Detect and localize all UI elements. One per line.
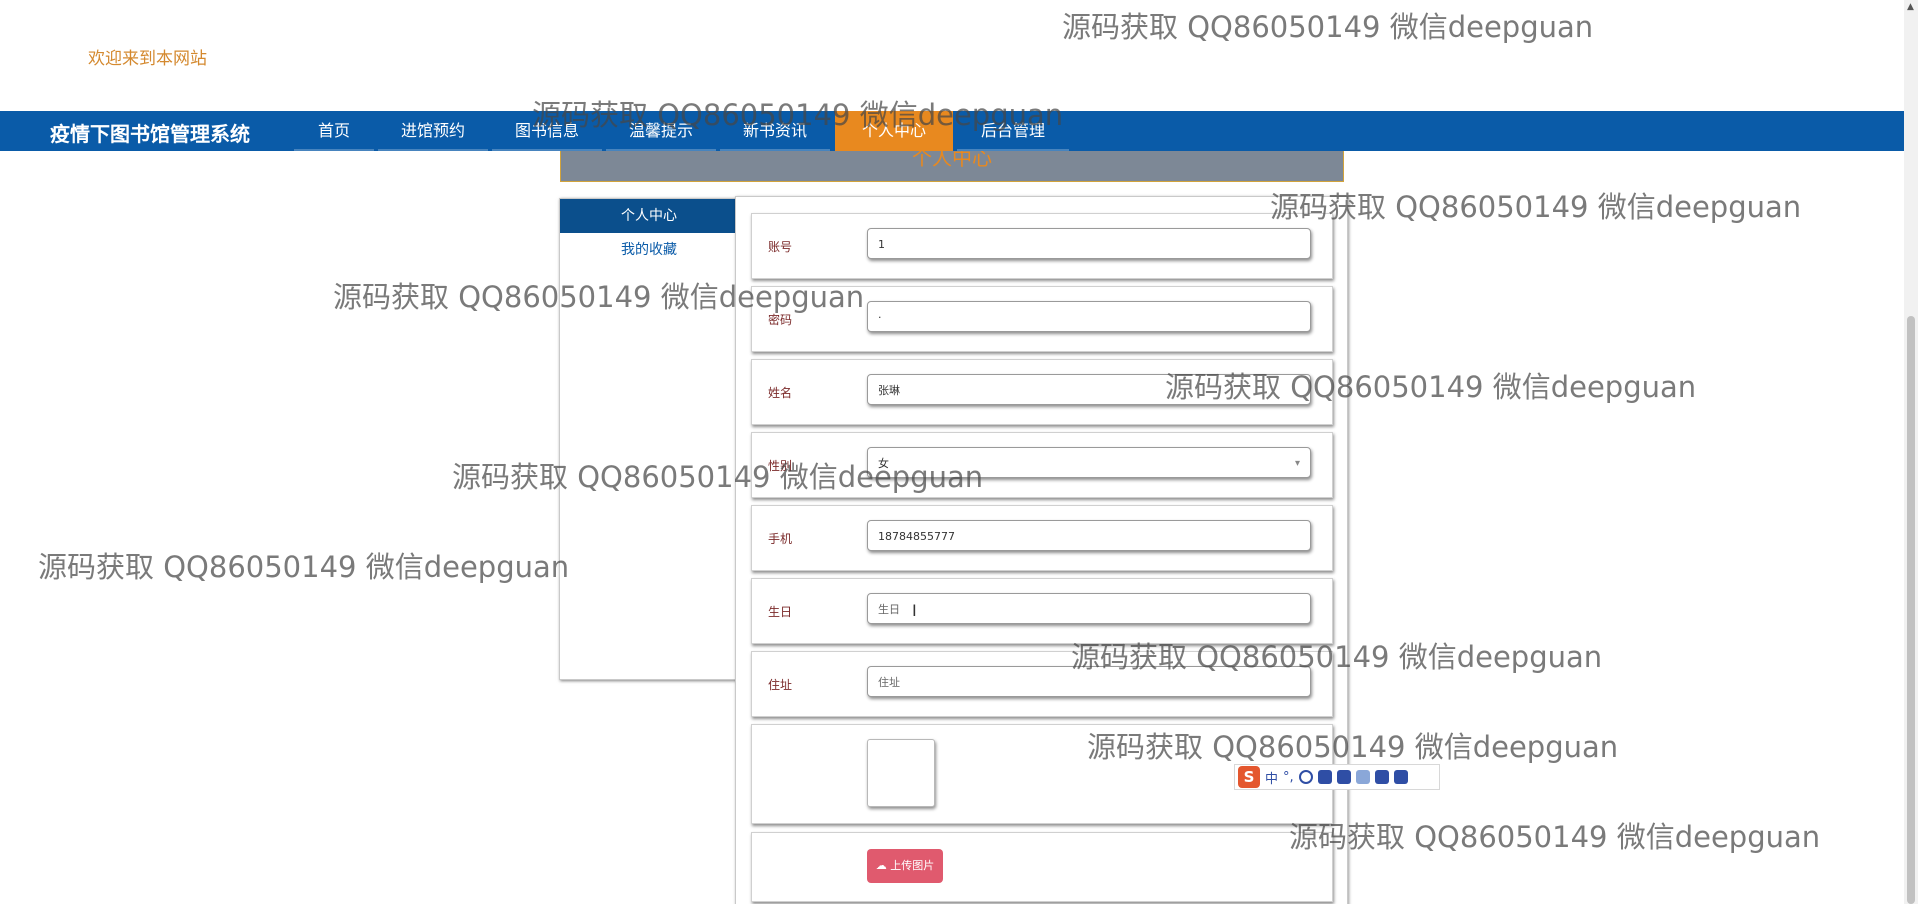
emoji-icon[interactable] [1298, 770, 1313, 784]
microphone-icon[interactable] [1317, 770, 1332, 784]
scrollbar-thumb[interactable] [1907, 316, 1915, 904]
account-label: 账号 [768, 240, 793, 254]
birthday-input[interactable]: 生日 [867, 593, 1311, 624]
avatar-image [867, 739, 935, 807]
user-icon[interactable] [1355, 770, 1370, 784]
page: 欢迎来到本网站 个人中心 疫情下图书馆管理系统 首页 进馆预约 图书信息 温馨提… [0, 0, 1918, 904]
gender-label: 性别 [768, 459, 793, 473]
toolbox-icon[interactable] [1393, 770, 1408, 784]
ime-logo-icon: S [1238, 766, 1260, 788]
nav-new-books[interactable]: 新书资讯 [720, 111, 830, 151]
form-row-account: 账号 1 [751, 213, 1333, 279]
page-banner: 个人中心 [560, 146, 1344, 182]
password-input[interactable]: · [867, 301, 1311, 332]
form-row-password: 密码 · [751, 286, 1333, 352]
name-input[interactable]: 张琳 [867, 374, 1311, 405]
ime-toolbar[interactable]: S 中 °, [1234, 764, 1440, 790]
password-label: 密码 [768, 313, 793, 327]
address-label: 住址 [768, 678, 793, 692]
upload-label: 上传图片 [890, 859, 935, 872]
text-cursor-icon: I [912, 601, 917, 620]
phone-label: 手机 [768, 532, 793, 546]
watermark: 源码获取 QQ86050149 微信deepguan [1270, 190, 1802, 224]
site-title[interactable]: 疫情下图书馆管理系统 [50, 118, 250, 147]
gender-select[interactable]: 女 ▾ [867, 447, 1311, 478]
chevron-down-icon: ▾ [1294, 458, 1300, 469]
skin-icon[interactable] [1374, 770, 1389, 784]
nav-home[interactable]: 首页 [294, 111, 374, 151]
form-row-address: 住址 住址 [751, 651, 1333, 717]
nav-personal-center[interactable]: 个人中心 [835, 111, 953, 151]
nav-admin[interactable]: 后台管理 [957, 111, 1069, 151]
nav-tips[interactable]: 温馨提示 [606, 111, 716, 151]
form-row-gender: 性别 女 ▾ [751, 432, 1333, 498]
navbar: 疫情下图书馆管理系统 首页 进馆预约 图书信息 温馨提示 新书资讯 个人中心 后… [0, 111, 1904, 151]
keyboard-icon[interactable] [1336, 770, 1351, 784]
ime-mode[interactable]: 中 [1265, 768, 1278, 787]
birthday-label: 生日 [768, 605, 793, 619]
ime-punctuation[interactable]: °, [1283, 770, 1294, 785]
watermark: 源码获取 QQ86050149 微信deepguan [1289, 820, 1821, 854]
cloud-upload-icon: ☁ [875, 859, 887, 872]
address-input[interactable]: 住址 [867, 666, 1311, 697]
sidebar-item-favorites[interactable]: 我的收藏 [560, 233, 738, 267]
form-row-upload: ☁ 上传图片 [751, 832, 1333, 902]
nav-visit-reservation[interactable]: 进馆预约 [378, 111, 488, 151]
scrollbar[interactable]: ▲ [1904, 0, 1918, 904]
profile-form: 账号 1 密码 · 姓名 张琳 性别 女 ▾ 手机 18784855777 生日… [735, 196, 1348, 904]
phone-input[interactable]: 18784855777 [867, 520, 1311, 551]
gender-value: 女 [878, 457, 889, 470]
scroll-up-icon[interactable]: ▲ [1907, 2, 1914, 12]
upload-image-button[interactable]: ☁ 上传图片 [867, 849, 943, 883]
watermark: 源码获取 QQ86050149 微信deepguan [38, 550, 570, 584]
sidebar-item-personal-center[interactable]: 个人中心 [560, 199, 738, 233]
watermark: 源码获取 QQ86050149 微信deepguan [1062, 10, 1594, 44]
form-row-birthday: 生日 生日 [751, 578, 1333, 644]
form-row-phone: 手机 18784855777 [751, 505, 1333, 571]
name-label: 姓名 [768, 386, 793, 400]
form-row-name: 姓名 张琳 [751, 359, 1333, 425]
nav-book-info[interactable]: 图书信息 [492, 111, 602, 151]
welcome-text: 欢迎来到本网站 [88, 49, 207, 69]
account-input[interactable]: 1 [867, 228, 1311, 259]
sidebar: 个人中心 我的收藏 [559, 198, 739, 680]
